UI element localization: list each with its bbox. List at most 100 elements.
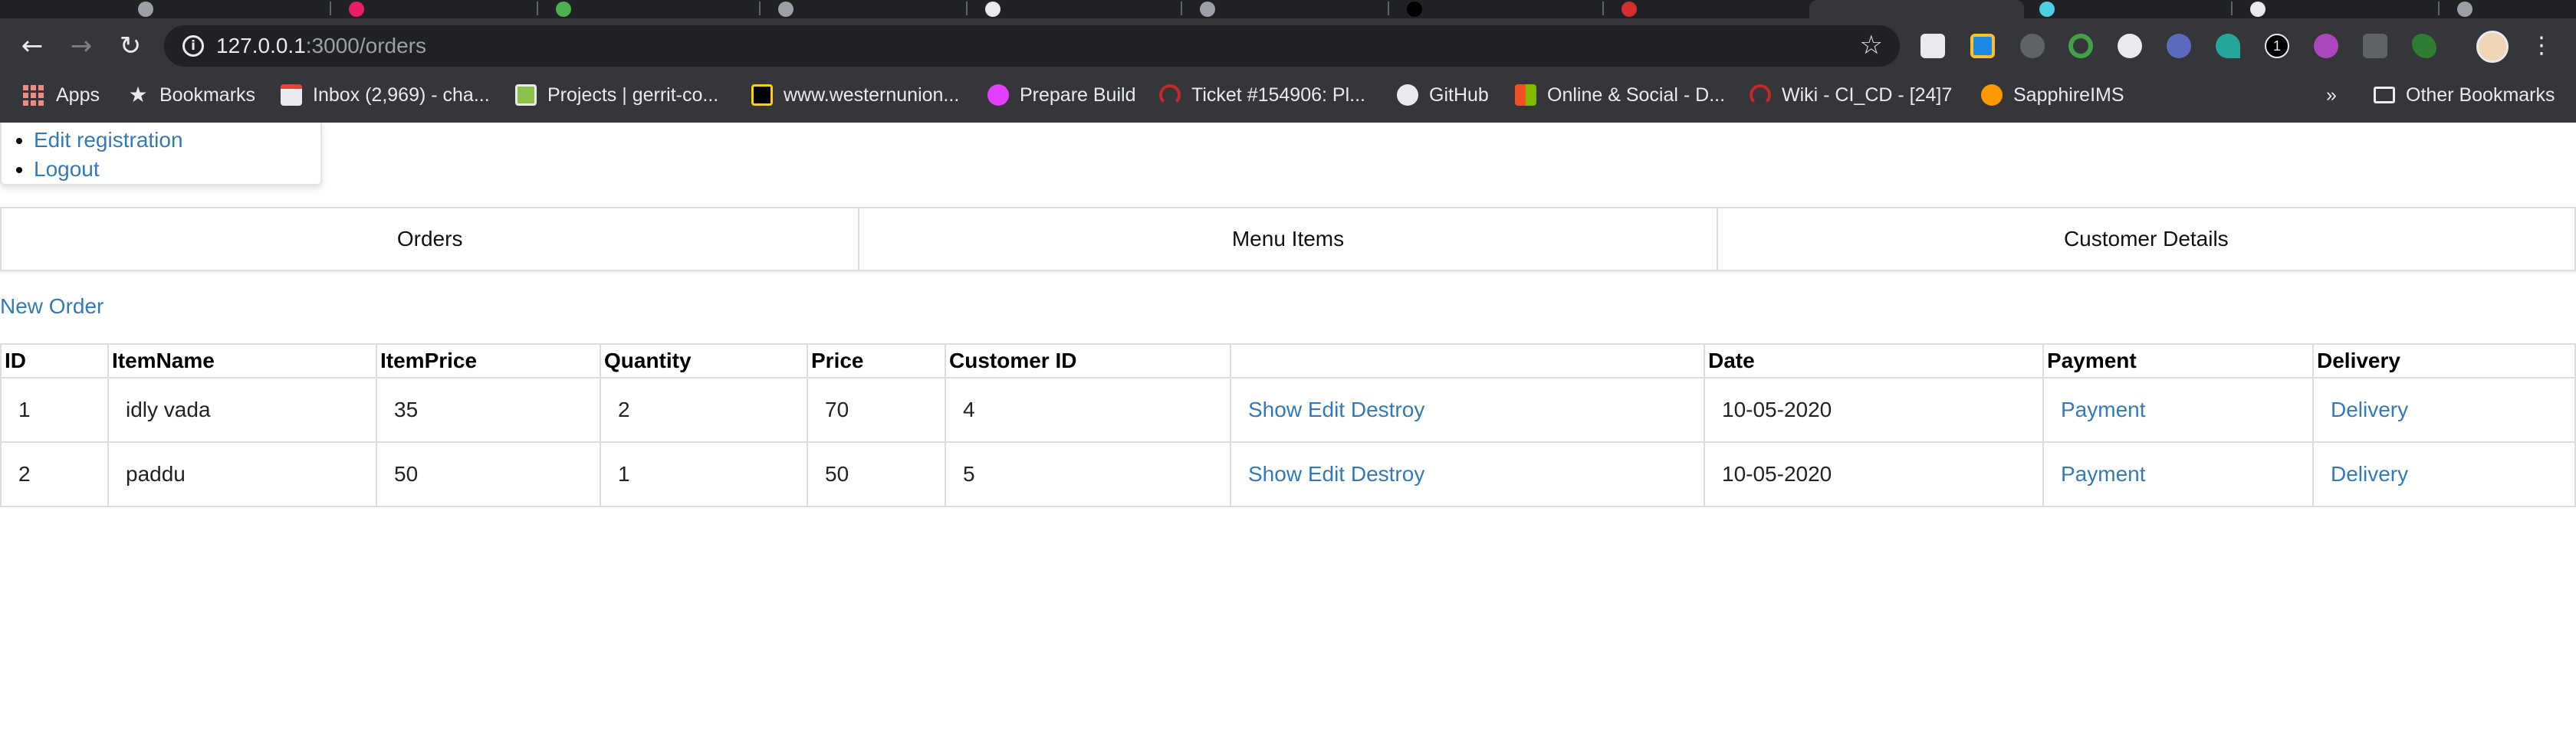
bookmark-projects[interactable]: Projects | gerrit-co... <box>515 80 718 110</box>
back-arrow-icon[interactable]: ← <box>17 31 48 61</box>
chevron-double-right-icon: » <box>2326 84 2337 106</box>
password-manager-extension-icon[interactable]: 1 <box>2265 34 2289 58</box>
menu-item-logout: Logout <box>34 155 320 184</box>
orders-table: ID ItemName ItemPrice Quantity Price Cus… <box>0 343 2576 507</box>
url-text[interactable]: 127.0.0.1:3000/orders <box>216 34 426 57</box>
browser-menu-icon[interactable]: ⋮ <box>2530 31 2553 61</box>
cell-price: 50 <box>807 441 946 507</box>
delivery-link[interactable]: Delivery <box>2331 462 2408 486</box>
tab-favicon[interactable] <box>2457 2 2472 17</box>
new-order-link[interactable]: New Order <box>0 294 104 319</box>
bookmark-star-icon[interactable]: ☆ <box>1860 30 1883 61</box>
check-extension-icon[interactable] <box>2167 34 2191 58</box>
edit-link[interactable]: Edit <box>1308 398 1345 421</box>
tab-separator <box>1602 2 1604 15</box>
bookmark-online-social[interactable]: Online & Social - D... <box>1515 80 1725 110</box>
bookmarks-overflow[interactable]: » <box>2326 80 2337 110</box>
tab-orders[interactable]: Orders <box>2 208 860 270</box>
header-price: Price <box>807 343 946 378</box>
destroy-link[interactable]: Destroy <box>1351 462 1424 486</box>
main-nav-tabs: Orders Menu Items Customer Details <box>0 207 2576 271</box>
header-date: Date <box>1704 343 2044 378</box>
bookmark-label: Online & Social - D... <box>1547 84 1726 106</box>
tab-menu-items[interactable]: Menu Items <box>859 208 1718 270</box>
delivery-link[interactable]: Delivery <box>2331 398 2408 421</box>
tab-separator <box>966 2 968 15</box>
tab-favicon[interactable] <box>1200 2 1215 17</box>
cell-item-name: idly vada <box>107 377 377 443</box>
tab-favicon[interactable] <box>138 2 153 17</box>
bookmark-label: Ticket #154906: Pl... <box>1191 84 1365 106</box>
tab-favicon[interactable] <box>556 2 571 17</box>
evernote-extension-icon[interactable] <box>2412 34 2436 58</box>
reload-icon[interactable]: ↻ <box>115 31 146 61</box>
tab-favicon[interactable] <box>778 2 794 17</box>
hop-icon <box>987 84 1009 106</box>
tab-favicon[interactable] <box>349 2 364 17</box>
bookmark-bookmarks[interactable]: ★ Bookmarks <box>127 80 255 110</box>
logout-link[interactable]: Logout <box>34 157 100 181</box>
payment-link[interactable]: Payment <box>2061 398 2146 421</box>
browser-toolbar: ← → ↻ i 127.0.0.1:3000/orders ☆ 1 ⋮ <box>0 18 2576 74</box>
cell-date: 10-05-2020 <box>1704 377 2044 443</box>
header-item-price: ItemPrice <box>376 343 601 378</box>
cell-item-price: 35 <box>376 377 601 443</box>
bookmark-github[interactable]: GitHub <box>1397 80 1489 110</box>
edit-link[interactable]: Edit <box>1308 462 1345 486</box>
destroy-link[interactable]: Destroy <box>1351 398 1424 421</box>
tab-separator <box>2438 2 2440 15</box>
grey-extension-icon[interactable] <box>2020 34 2045 58</box>
bookmark-inbox[interactable]: Inbox (2,969) - cha... <box>281 80 490 110</box>
address-bar[interactable]: i 127.0.0.1:3000/orders ☆ <box>164 25 1900 67</box>
wiki-icon <box>1750 84 1771 106</box>
westernunion-icon <box>751 84 773 106</box>
folder-icon <box>2374 87 2395 103</box>
bookmark-ticket[interactable]: Ticket #154906: Pl... <box>1159 80 1365 110</box>
forward-arrow-icon[interactable]: → <box>66 31 97 61</box>
purple-extension-icon[interactable] <box>2314 34 2338 58</box>
tab-separator <box>330 2 331 15</box>
more-extensions-icon[interactable] <box>2363 34 2387 58</box>
active-tab[interactable] <box>1809 0 2024 18</box>
screen-capture-extension-icon[interactable] <box>1970 34 1995 58</box>
user-dropdown-menu: Edit registration Logout <box>0 123 322 185</box>
url-host: 127.0.0.1 <box>216 34 306 57</box>
cell-quantity: 2 <box>600 377 808 443</box>
bookmark-label: GitHub <box>1429 84 1489 106</box>
pin-extension-icon[interactable] <box>2216 34 2240 58</box>
tab-separator <box>1181 2 1182 15</box>
tab-favicon[interactable] <box>2039 2 2055 17</box>
tab-favicon[interactable] <box>1407 2 1422 17</box>
tab-favicon[interactable] <box>1622 2 1637 17</box>
white-circle-extension-icon[interactable] <box>2118 34 2142 58</box>
tab-strip[interactable] <box>0 0 2576 18</box>
bookmark-apps[interactable]: Apps <box>23 80 100 110</box>
bookmark-westernunion[interactable]: www.westernunion... <box>751 80 959 110</box>
site-info-icon[interactable]: i <box>182 35 204 57</box>
ticket-icon <box>1159 84 1181 106</box>
header-id: ID <box>0 343 109 378</box>
tab-favicon[interactable] <box>985 2 1001 17</box>
bookmark-label: Bookmarks <box>159 84 256 106</box>
header-actions <box>1230 343 1705 378</box>
profile-avatar[interactable] <box>2476 31 2509 63</box>
show-link[interactable]: Show <box>1248 462 1302 486</box>
tab-favicon[interactable] <box>2250 2 2266 17</box>
bookmark-other[interactable]: Other Bookmarks <box>2374 80 2555 110</box>
qr-extension-icon[interactable] <box>1921 34 1945 58</box>
bookmark-label: Inbox (2,969) - cha... <box>313 84 490 106</box>
header-item-name: ItemName <box>107 343 377 378</box>
microsoft-icon <box>1515 84 1536 106</box>
show-link[interactable]: Show <box>1248 398 1302 421</box>
bookmark-wiki[interactable]: Wiki - CI_CD - [24]7 <box>1750 80 1952 110</box>
bookmark-label: Other Bookmarks <box>2406 84 2555 106</box>
payment-link[interactable]: Payment <box>2061 462 2146 486</box>
tab-customer-details[interactable]: Customer Details <box>1718 208 2574 270</box>
bookmark-sapphireims[interactable]: SapphireIMS <box>1981 80 2124 110</box>
gerrit-icon <box>515 84 537 106</box>
bookmark-prepare-build[interactable]: Prepare Build <box>987 80 1135 110</box>
bookmark-label: Projects | gerrit-co... <box>547 84 719 106</box>
color-ring-extension-icon[interactable] <box>2068 34 2093 58</box>
github-icon <box>1397 84 1418 106</box>
edit-registration-link[interactable]: Edit registration <box>34 128 183 152</box>
